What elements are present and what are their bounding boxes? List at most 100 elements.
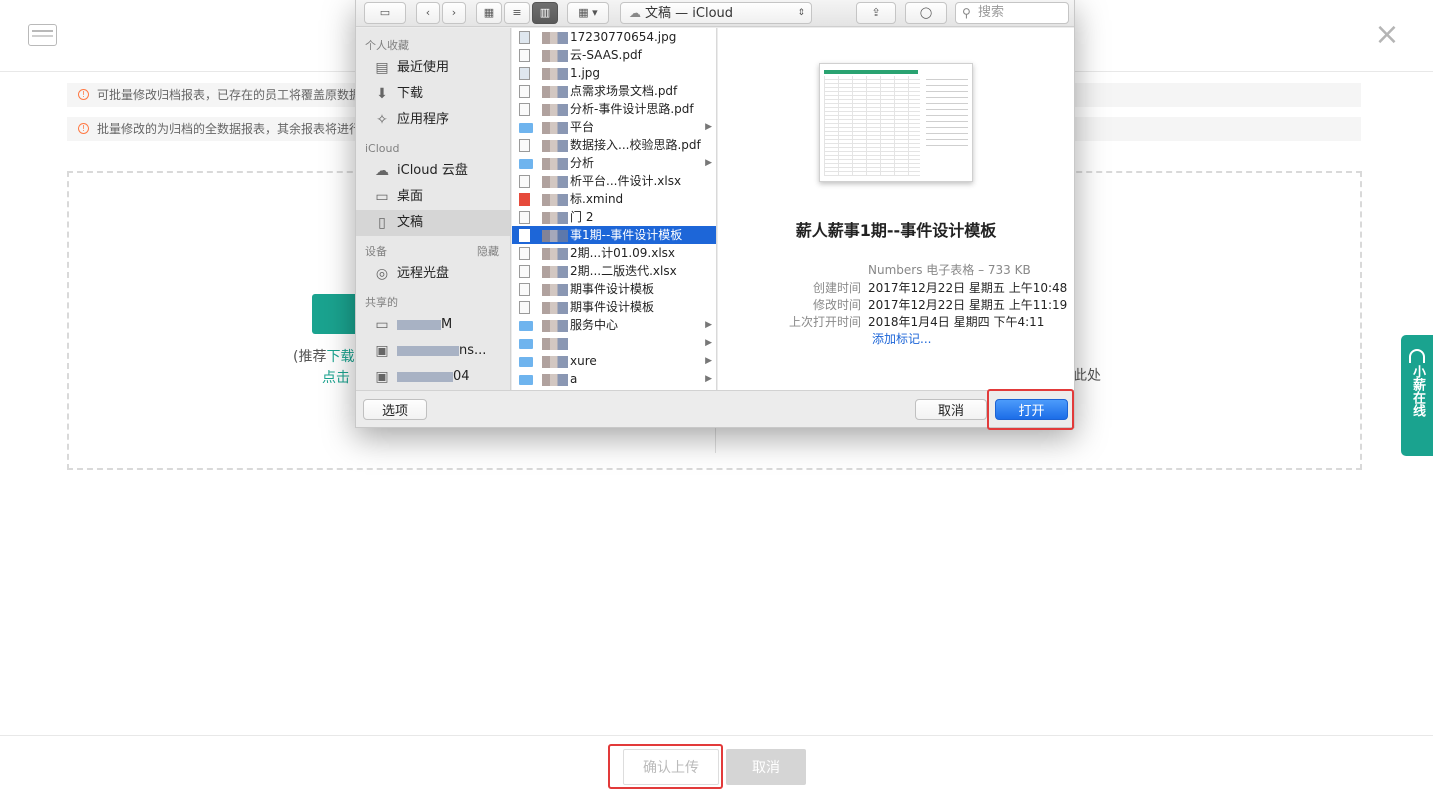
sidebar-item-icloud-drive[interactable]: ☁ iCloud 云盘 <box>356 158 510 184</box>
file-list-item[interactable]: 门 2 <box>512 208 716 226</box>
file-list-item[interactable]: xure ▶ <box>512 352 716 370</box>
search-icon: ⚲ <box>962 6 971 20</box>
file-list-item[interactable]: 析平台...件设计.xlsx <box>512 172 716 190</box>
chevron-right-icon: ▶ <box>705 374 712 384</box>
redacted-text <box>542 157 568 170</box>
modified-row: 修改时间 2017年12月22日 星期五 上午11:19 <box>718 296 1074 313</box>
sidebar-item-shared[interactable]: ▣ ns... <box>356 338 510 364</box>
close-icon[interactable]: × <box>1372 20 1402 50</box>
sidebar-item-documents[interactable]: ▯ 文稿 <box>356 210 510 236</box>
modified-value: 2017年12月22日 星期五 上午11:19 <box>868 298 1068 312</box>
file-open-dialog: ▭ ‹ › ▦ ≡ ▥ ▦ ▾ ☁ 文稿 — iCloud ⇕ ⇪ ◯ ⚲ 搜索 个… <box>355 0 1075 428</box>
file-list-item[interactable]: 期事件设计模板 <box>512 298 716 316</box>
download-template-link[interactable]: 下载 <box>326 349 354 365</box>
search-input[interactable]: ⚲ 搜索 <box>955 2 1069 24</box>
sidebar-item-label: 下载 <box>397 86 424 101</box>
upload-hint-prefix: (推荐 <box>293 349 327 365</box>
group-by-button[interactable]: ▦ ▾ <box>567 2 609 24</box>
file-list-item[interactable]: a ▶ <box>512 370 716 388</box>
file-list-item[interactable]: 标.xmind <box>512 190 716 208</box>
redacted-text <box>542 121 568 134</box>
warning-icon: ! <box>78 123 89 134</box>
share-button[interactable]: ⇪ <box>856 2 896 24</box>
dialog-cancel-button[interactable]: 取消 <box>915 399 987 420</box>
search-placeholder: 搜索 <box>978 5 1005 20</box>
file-name: 门 2 <box>570 210 594 224</box>
redacted-text <box>542 67 568 80</box>
add-tags-link[interactable]: 添加标记... <box>872 330 931 347</box>
file-list-item[interactable]: 分析-事件设计思路.pdf <box>512 100 716 118</box>
file-name: xure <box>570 354 597 368</box>
sidebar-item-shared[interactable]: ▣ 04 <box>356 364 510 390</box>
sidebar-item-label: 04 <box>453 369 470 384</box>
file-list-item[interactable]: 2期...计01.09.xlsx <box>512 244 716 262</box>
file-icon <box>519 211 530 224</box>
redacted-text <box>542 211 568 224</box>
file-list-item[interactable]: 服务中心 ▶ <box>512 316 716 334</box>
redacted-text <box>542 337 568 350</box>
list-view-button[interactable]: ≡ <box>504 2 530 24</box>
file-list-item[interactable]: 1.jpg <box>512 64 716 82</box>
file-name: 数据接入...校验思路.pdf <box>570 138 701 152</box>
file-list-item[interactable]: 点需求场景文档.pdf <box>512 82 716 100</box>
file-icon <box>519 139 530 152</box>
chevron-right-icon: ▶ <box>705 356 712 366</box>
highlight-box <box>987 389 1074 430</box>
sidebar-item-shared[interactable]: ▭ M <box>356 312 510 338</box>
file-name: 云-SAAS.pdf <box>570 48 642 62</box>
file-list-item[interactable]: 事1期--事件设计模板 <box>512 226 716 244</box>
file-list-item[interactable]: 2期...二版迭代.xlsx <box>512 262 716 280</box>
file-list-item[interactable]: 数据接入...校验思路.pdf <box>512 136 716 154</box>
redacted-text <box>542 49 568 62</box>
redacted-text <box>542 31 568 44</box>
file-list-item[interactable]: ▶ <box>512 334 716 352</box>
sidebar-item-remote-disc[interactable]: ◎ 远程光盘 <box>356 261 510 287</box>
notice-text: 批量修改的为归档的全数据报表，其余报表将进行 <box>97 122 362 136</box>
sidebar-item-recents[interactable]: ▤ 最近使用 <box>356 55 510 81</box>
devices-header: 设备 隐藏 <box>356 243 510 261</box>
column-view-button[interactable]: ▥ <box>532 2 558 24</box>
folder-icon <box>519 159 533 169</box>
sidebar-item-label: 桌面 <box>397 189 424 204</box>
file-icon <box>519 103 530 116</box>
location-select[interactable]: ☁ 文稿 — iCloud ⇕ <box>620 2 812 24</box>
file-name: 服务中心 <box>570 318 619 332</box>
cloud-icon: ☁ <box>375 163 389 179</box>
file-icon <box>519 193 530 206</box>
file-list-item[interactable]: 平台 ▶ <box>512 118 716 136</box>
file-name: 1.jpg <box>570 66 601 80</box>
redacted-text <box>542 247 568 260</box>
file-preview: 薪人薪事1期--事件设计模板 Numbers 电子表格 – 733 KB 创建时… <box>718 28 1074 390</box>
sidebar-toggle-button[interactable]: ▭ <box>364 2 406 24</box>
redacted-text <box>542 193 568 206</box>
click-upload-link[interactable]: 点击 <box>322 367 350 387</box>
file-icon <box>519 229 530 242</box>
tags-button[interactable]: ◯ <box>905 2 947 24</box>
dialog-footer: 选项 取消 打开 <box>356 390 1074 427</box>
chevron-right-icon: ▶ <box>705 122 712 132</box>
notice-text: 可批量修改归档报表，已存在的员工将覆盖原数据 <box>97 88 362 102</box>
folder-icon <box>519 339 533 349</box>
chevron-right-icon: ▶ <box>705 158 712 168</box>
file-list-item[interactable]: 云-SAAS.pdf <box>512 46 716 64</box>
file-list-item[interactable]: 期事件设计模板 <box>512 280 716 298</box>
forward-button[interactable]: › <box>442 2 466 24</box>
sidebar-item-applications[interactable]: ✧ 应用程序 <box>356 107 510 133</box>
sidebar-item-downloads[interactable]: ⬇ 下载 <box>356 81 510 107</box>
file-list-item[interactable]: 分析 ▶ <box>512 154 716 172</box>
options-button[interactable]: 选项 <box>363 399 427 420</box>
icon-view-button[interactable]: ▦ <box>476 2 502 24</box>
cancel-button[interactable]: 取消 <box>726 749 806 785</box>
devices-header-label: 设备 <box>365 245 387 258</box>
back-button[interactable]: ‹ <box>416 2 440 24</box>
hide-devices-button[interactable]: 隐藏 <box>477 243 499 261</box>
file-name: a <box>570 372 578 386</box>
preview-kind: Numbers 电子表格 – 733 KB <box>868 263 1031 277</box>
opened-value: 2018年1月4日 星期四 下午4:11 <box>868 315 1045 329</box>
online-support-button[interactable]: 小薪在线 <box>1401 335 1433 456</box>
sidebar-item-desktop[interactable]: ▭ 桌面 <box>356 184 510 210</box>
file-name: 标.xmind <box>570 192 624 206</box>
file-name: 析平台...件设计.xlsx <box>570 174 682 188</box>
file-icon <box>519 247 530 260</box>
file-list-item[interactable]: 17230770654.jpg <box>512 28 716 46</box>
